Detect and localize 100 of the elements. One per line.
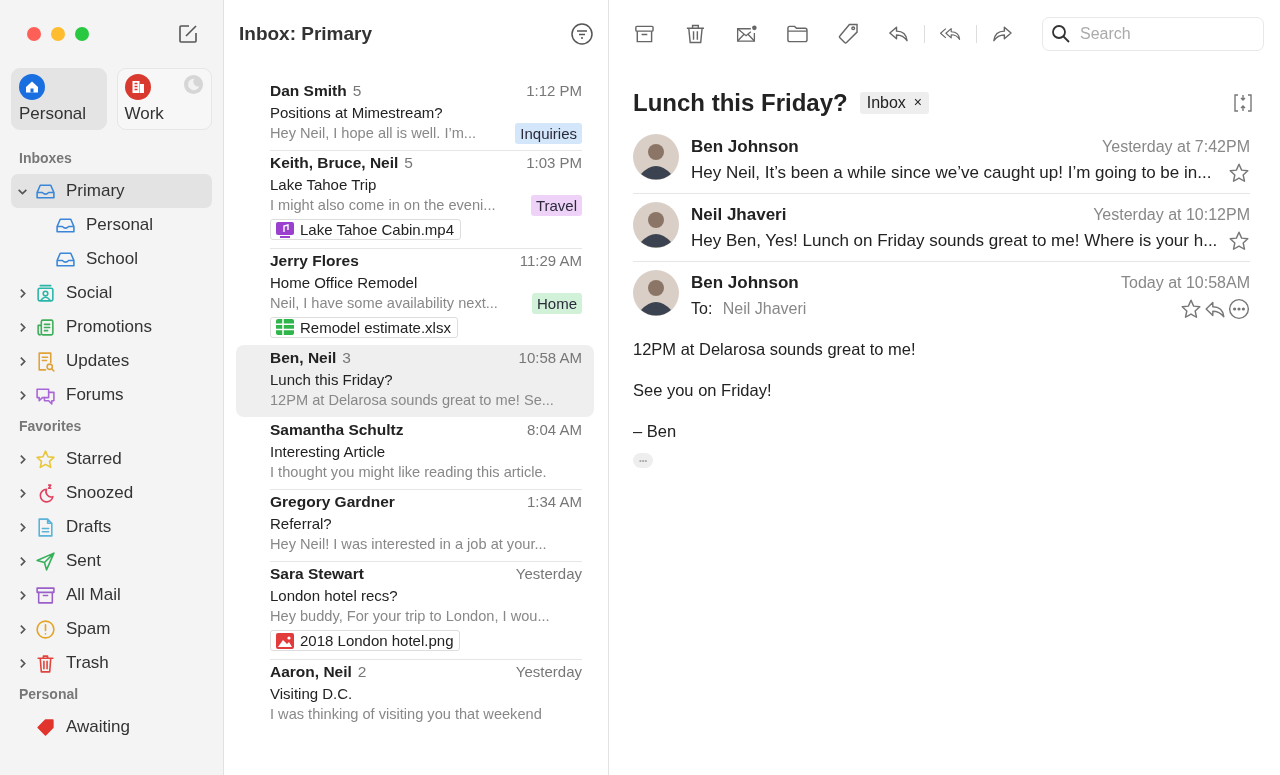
- collapsed-message[interactable]: Ben Johnson Yesterday at 7:42PM Hey Neil, It’s been a while since we’ve caught up! I’m going to be in...: [633, 126, 1250, 194]
- close-button[interactable]: [27, 27, 41, 41]
- collapsed-message[interactable]: Neil Jhaveri Yesterday at 10:12PM Hey Ben, Yes! Lunch on Friday sounds great to me! Where is your h...: [633, 194, 1250, 262]
- account-tab[interactable]: Personal: [11, 68, 107, 130]
- message-time: Yesterday at 10:12PM: [1093, 206, 1250, 224]
- message-time: Yesterday at 7:42PM: [1102, 138, 1250, 156]
- attachment-name: Lake Tahoe Cabin.mp4: [300, 221, 454, 238]
- sidebar-item[interactable]: Trash: [11, 646, 212, 680]
- sidebar-item[interactable]: Updates: [11, 344, 212, 378]
- message-subject: Referral?: [270, 514, 333, 534]
- spreadsheet-icon: [276, 319, 294, 335]
- recipient-name: Neil Jhaveri: [722, 300, 807, 317]
- tag-icon: [35, 716, 56, 738]
- sender-name: Aaron, Neil: [270, 662, 352, 681]
- message-time: 1:12 PM: [526, 82, 582, 99]
- document-icon: [35, 516, 56, 538]
- star-icon[interactable]: [1228, 162, 1250, 184]
- sidebar-item[interactable]: Snoozed: [11, 476, 212, 510]
- message-row[interactable]: Sara Stewart Yesterday London hotel recs? Hey buddy, For your trip to London, I wou... 2018 London hotel.png: [236, 561, 594, 659]
- message-row[interactable]: Aaron, Neil 2 Yesterday Visiting D.C. I was thinking of visiting you that weekend: [236, 658, 594, 731]
- message-time: Today at 10:58AM: [1121, 274, 1250, 292]
- to-label: To:: [691, 300, 713, 317]
- message-row[interactable]: Jerry Flores 11:29 AM Home Office Remodel Neil, I have some availability next... Home Remodel estimate.xlsx: [236, 247, 594, 345]
- warning-circle-icon: [35, 618, 56, 640]
- newspaper-icon: [35, 316, 56, 338]
- message-paragraph: See you on Friday!: [633, 381, 773, 400]
- expand-icon[interactable]: [1232, 92, 1254, 114]
- tag-icon[interactable]: [836, 22, 860, 46]
- image-file-icon: [276, 632, 294, 649]
- attachment-chip[interactable]: Lake Tahoe Cabin.mp4: [270, 219, 461, 240]
- sidebar-item[interactable]: School: [11, 242, 212, 276]
- sender-name: Samantha Schultz: [270, 421, 404, 439]
- section-heading: Inboxes: [18, 149, 73, 168]
- sidebar-item[interactable]: Drafts: [11, 510, 212, 544]
- sidebar-item[interactable]: Personal: [11, 208, 212, 242]
- sidebar-item[interactable]: Awaiting: [11, 710, 212, 744]
- message-row[interactable]: Dan Smith 5 1:12 PM Positions at Mimestream? Hey Neil, I hope all is well. I’m... Inquiries: [236, 78, 594, 150]
- message-time: 1:03 PM: [526, 154, 582, 171]
- attachment-chip[interactable]: 2018 London hotel.png: [270, 630, 461, 651]
- message-preview: Hey Neil, I hope all is well. I’m...: [270, 124, 476, 143]
- trash-icon: [35, 652, 56, 674]
- paper-plane-icon: [35, 550, 56, 572]
- message-time: Yesterday: [515, 565, 582, 582]
- sidebar-item[interactable]: Primary: [11, 174, 212, 208]
- attachment-chip[interactable]: Remodel estimate.xlsx: [270, 316, 458, 338]
- message-paragraph: 12PM at Delarosa sounds great to me!: [633, 340, 917, 359]
- section-heading: Personal: [18, 685, 80, 704]
- person-card-icon: [35, 282, 56, 304]
- message-row[interactable]: Ben, Neil 3 10:58 AM Lunch this Friday? 12PM at Delarosa sounds great to me! Se...: [236, 345, 594, 417]
- thread-count: 3: [342, 349, 351, 367]
- sidebar-item[interactable]: Starred: [11, 442, 212, 476]
- search-field[interactable]: Search: [1042, 17, 1265, 51]
- avatar-icon: [633, 202, 679, 248]
- message-row[interactable]: Gregory Gardner 1:34 AM Referral? Hey Neil! I was interested in a job at your...: [236, 489, 594, 561]
- label-tag: Home: [532, 292, 582, 314]
- label-name: Inbox: [866, 94, 906, 112]
- remove-label-button[interactable]: ×: [913, 94, 922, 112]
- message-subject: London hotel recs?: [270, 586, 399, 606]
- message-subject: Interesting Article: [270, 442, 387, 462]
- message-preview: 12PM at Delarosa sounds great to me! Se...: [270, 391, 554, 410]
- attachment-name: Remodel estimate.xlsx: [300, 318, 451, 336]
- message-row[interactable]: Samantha Schultz 8:04 AM Interesting Article I thought you might like reading this article.: [236, 417, 594, 489]
- compose-icon[interactable]: [177, 23, 199, 45]
- message-preview: Hey Neil! I was interested in a job at your...: [270, 535, 547, 554]
- sidebar-item[interactable]: Promotions: [11, 310, 212, 344]
- message-preview: I was thinking of visiting you that weekend: [270, 704, 542, 724]
- star-icon[interactable]: [1180, 298, 1202, 320]
- avatar-icon: [633, 134, 679, 180]
- attachment-name: 2018 London hotel.png: [300, 632, 454, 649]
- sidebar-item[interactable]: Social: [11, 276, 212, 310]
- message-time: 10:58 AM: [518, 349, 582, 366]
- filter-icon[interactable]: [570, 22, 594, 46]
- message-preview: Hey buddy, For your trip to London, I wou...: [270, 607, 550, 626]
- thread-subject: Lunch this Friday?: [633, 89, 848, 117]
- message-time: 1:34 AM: [526, 493, 582, 510]
- thread-count: 5: [404, 154, 413, 172]
- sender-name: Ben, Neil: [270, 349, 337, 367]
- more-icon[interactable]: [1228, 298, 1250, 320]
- message-row[interactable]: Keith, Bruce, Neil 5 1:03 PM Lake Tahoe Trip I might also come in on the eveni... Travel Lake Tahoe Cabin.mp4: [236, 150, 594, 248]
- star-icon[interactable]: [1228, 230, 1250, 252]
- message-preview: I might also come in on the eveni...: [270, 196, 496, 215]
- sender-name: Dan Smith: [270, 82, 347, 100]
- sidebar-item[interactable]: Spam: [11, 612, 212, 646]
- sidebar-item[interactable]: Sent: [11, 544, 212, 578]
- account-tab[interactable]: Work: [116, 68, 212, 130]
- message-preview: I thought you might like reading this article.: [270, 463, 547, 482]
- message-subject: Lake Tahoe Trip: [270, 175, 378, 195]
- sender-name: Ben Johnson: [691, 273, 799, 293]
- message-subject: Lunch this Friday?: [270, 370, 394, 390]
- thread-count: 5: [352, 82, 362, 100]
- sidebar-item[interactable]: All Mail: [11, 578, 212, 612]
- section-heading: Favorites: [18, 417, 83, 436]
- sender-name: Jerry Flores: [270, 251, 359, 270]
- label-tag: Travel: [530, 195, 582, 216]
- sidebar-item[interactable]: Forums: [11, 378, 212, 412]
- sender-name: Gregory Gardner: [270, 493, 395, 511]
- document-search-icon: [35, 350, 56, 372]
- message-preview: Hey Neil, It’s been a while since we’ve caught up! I’m going to be in...: [691, 163, 1212, 183]
- building-icon: [124, 74, 151, 100]
- sender-name: Ben Johnson: [691, 137, 799, 157]
